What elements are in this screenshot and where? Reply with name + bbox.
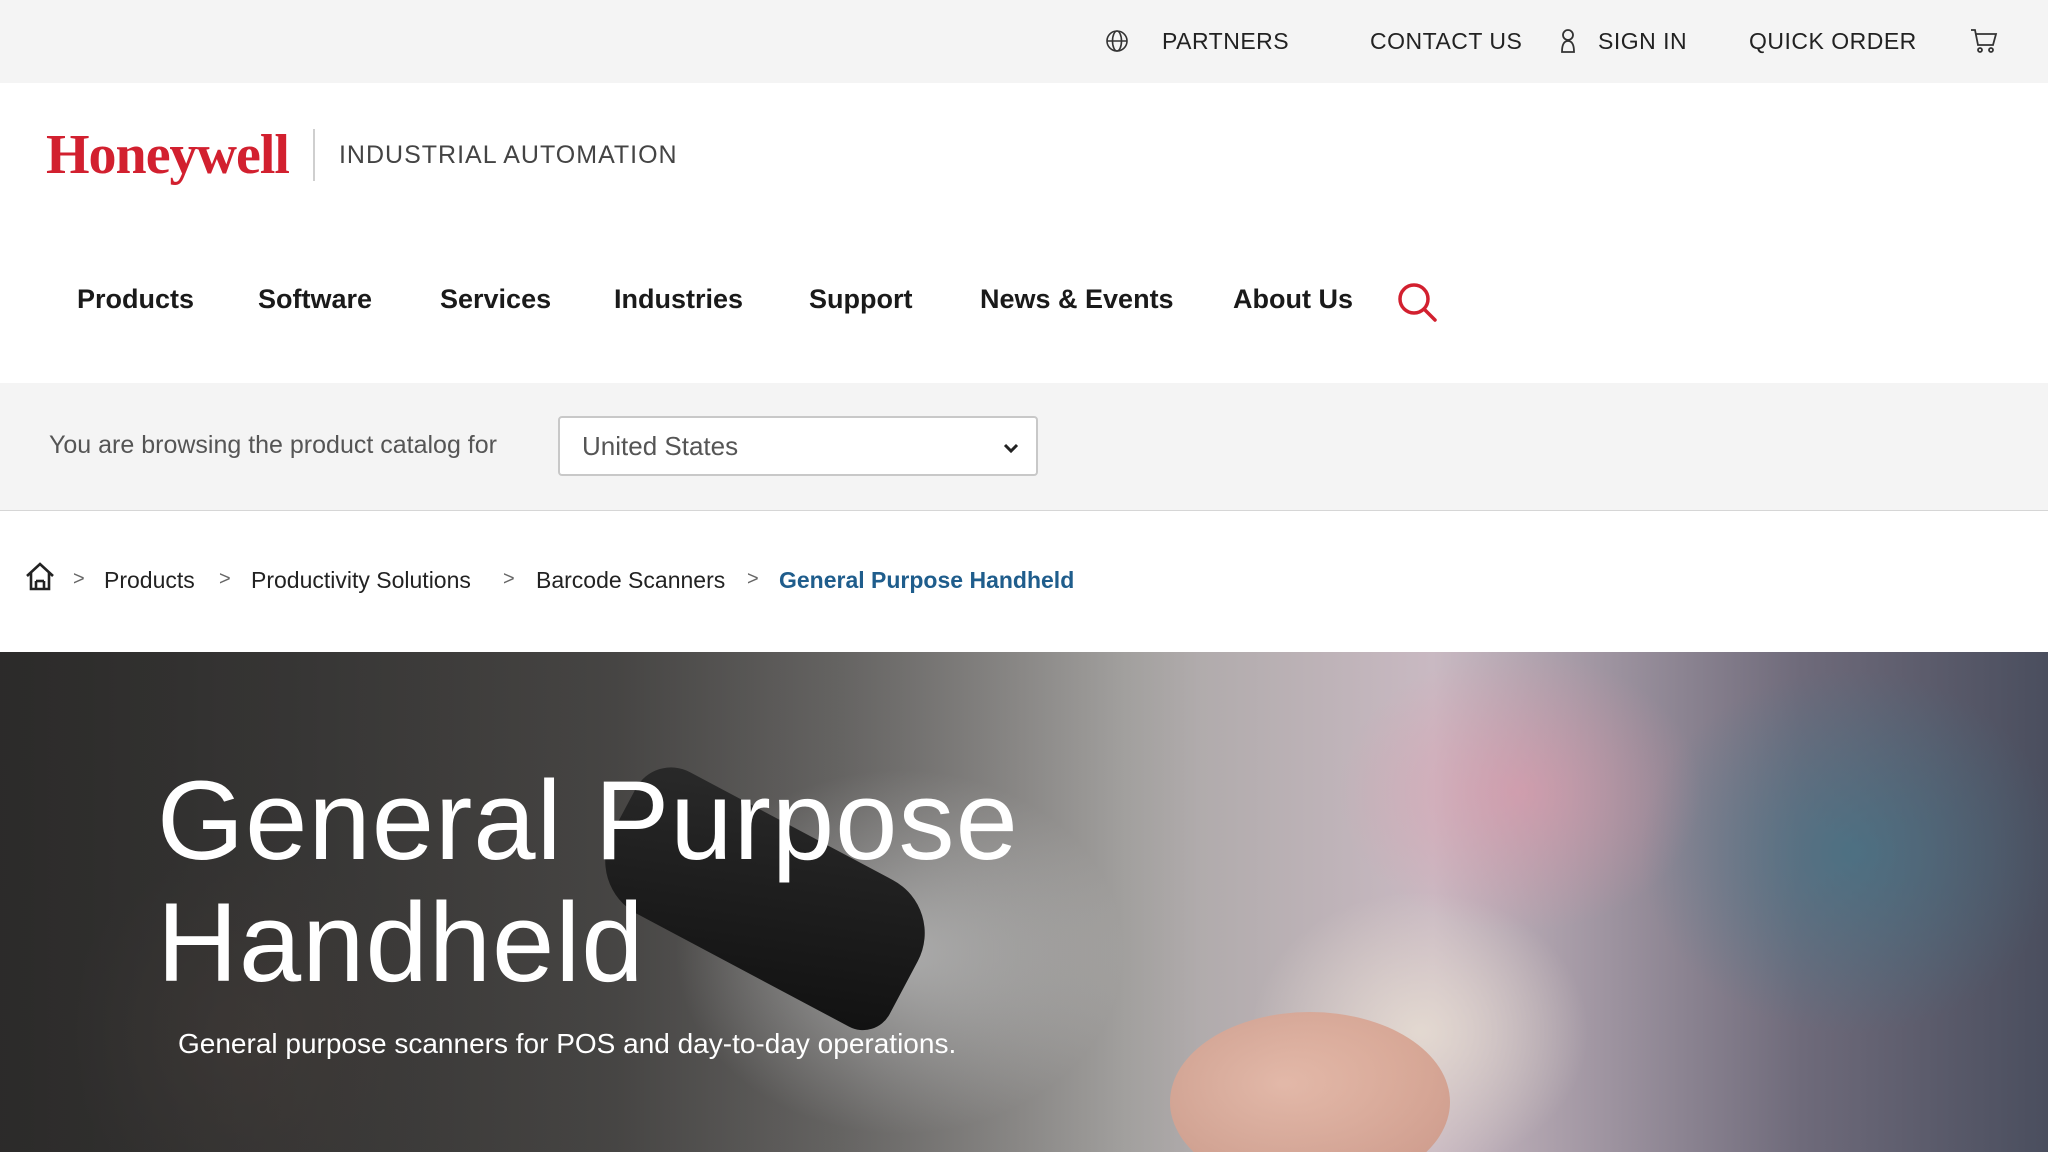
breadcrumb: > Products > Productivity Solutions > Ba… xyxy=(0,512,2048,652)
main-nav: Products Software Services Industries Su… xyxy=(0,270,2048,332)
nav-item-news-events[interactable]: News & Events xyxy=(980,284,1174,315)
hero-subtitle: General purpose scanners for POS and day… xyxy=(178,1028,957,1059)
breadcrumb-separator: > xyxy=(747,568,759,590)
breadcrumb-productivity-solutions[interactable]: Productivity Solutions xyxy=(251,567,471,594)
nav-item-about-us[interactable]: About Us xyxy=(1233,284,1353,315)
breadcrumb-separator: > xyxy=(73,568,85,590)
hero-banner: General Purpose Handheld General purpose… xyxy=(0,652,2048,1152)
hero-title-line2: Handheld xyxy=(157,880,645,1005)
breadcrumb-separator: > xyxy=(503,568,515,590)
quick-order-link[interactable]: QUICK ORDER xyxy=(1749,0,1917,83)
honeywell-logo[interactable]: Honeywell xyxy=(46,123,290,187)
country-select-value: United States xyxy=(582,430,739,461)
region-bar: You are browsing the product catalog for… xyxy=(0,383,2048,511)
contact-us-link[interactable]: CONTACT US xyxy=(1370,0,1522,83)
country-select[interactable]: United States xyxy=(558,416,1038,476)
sign-in-link[interactable]: SIGN IN xyxy=(1598,0,1687,83)
cart-icon[interactable] xyxy=(1970,27,1998,55)
utility-bar: PARTNERS CONTACT US SIGN IN QUICK ORDER xyxy=(0,0,2048,83)
breadcrumb-products[interactable]: Products xyxy=(104,567,195,594)
partners-link[interactable]: PARTNERS xyxy=(1162,0,1289,83)
home-icon[interactable] xyxy=(24,561,56,595)
hero-title: General Purpose Handheld xyxy=(157,760,1019,1004)
hero-title-line1: General Purpose xyxy=(157,758,1019,883)
search-icon[interactable] xyxy=(1395,280,1439,324)
brand-subtitle: INDUSTRIAL AUTOMATION xyxy=(338,140,678,169)
nav-item-services[interactable]: Services xyxy=(440,284,551,315)
nav-item-products[interactable]: Products xyxy=(77,284,194,315)
globe-icon[interactable] xyxy=(1103,27,1131,55)
user-icon[interactable] xyxy=(1554,27,1582,55)
breadcrumb-separator: > xyxy=(219,568,231,590)
breadcrumb-current: General Purpose Handheld xyxy=(779,567,1075,593)
nav-item-software[interactable]: Software xyxy=(258,284,372,315)
breadcrumb-barcode-scanners[interactable]: Barcode Scanners xyxy=(536,567,725,594)
brand-divider xyxy=(312,129,315,181)
brand-header: Honeywell INDUSTRIAL AUTOMATION xyxy=(46,123,678,187)
region-label: You are browsing the product catalog for xyxy=(49,431,497,459)
nav-item-industries[interactable]: Industries xyxy=(614,284,743,315)
chevron-down-icon xyxy=(1000,435,1022,457)
hero-hand-image xyxy=(1170,1012,1450,1152)
nav-item-support[interactable]: Support xyxy=(809,284,912,315)
